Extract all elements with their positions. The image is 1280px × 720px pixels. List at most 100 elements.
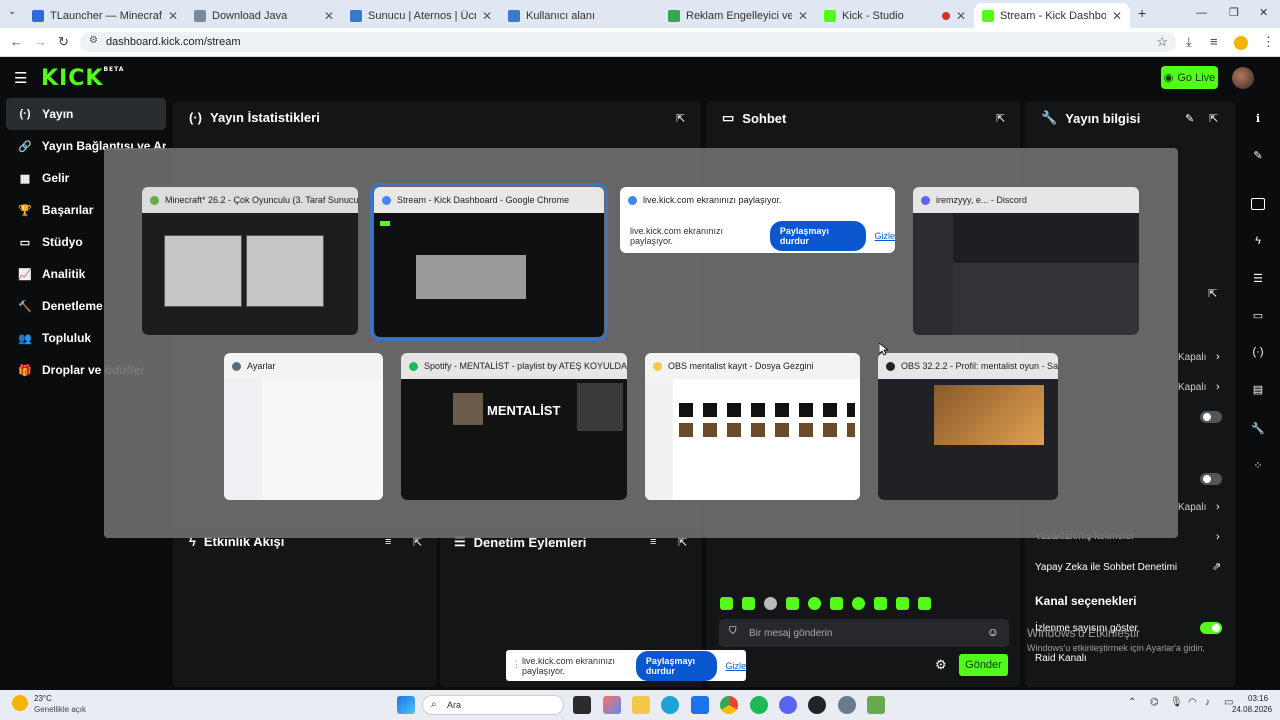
edge-icon[interactable] bbox=[661, 696, 679, 714]
emote-icon[interactable] bbox=[786, 597, 799, 610]
chat-icon[interactable]: ▭ bbox=[1240, 301, 1276, 329]
settings-taskbar-icon[interactable] bbox=[838, 696, 856, 714]
broadcast-icon[interactable]: (·) bbox=[1240, 338, 1276, 366]
tab-search-icon[interactable]: ⌄ bbox=[8, 6, 16, 17]
spotify-taskbar-icon[interactable] bbox=[750, 696, 768, 714]
tab-tlauncher[interactable]: TLauncher — Minecraft Başlatıc✕ bbox=[24, 3, 186, 28]
hide-link[interactable]: Gizle bbox=[874, 231, 895, 241]
chat-input[interactable]: ⛉ Bir mesaj gönderin ☺ bbox=[719, 619, 1009, 647]
stop-sharing-button[interactable]: Paylaşmayı durdur bbox=[635, 650, 718, 681]
switcher-window-share[interactable]: live.kick.com ekranınızı paylaşıyor. liv… bbox=[620, 187, 895, 253]
media-control-icon[interactable]: ≡ bbox=[1210, 34, 1218, 49]
avatar[interactable] bbox=[1232, 67, 1254, 89]
file-explorer-icon[interactable] bbox=[632, 696, 650, 714]
tray-chevron-icon[interactable]: ⌃ bbox=[1128, 697, 1136, 708]
switcher-window-explorer[interactable]: OBS mentalist kayıt - Dosya Gezgini bbox=[645, 353, 860, 500]
list-icon[interactable]: ☰ bbox=[1240, 264, 1276, 292]
popout-icon[interactable]: ⇱ bbox=[996, 112, 1005, 125]
window-close-icon[interactable]: ✕ bbox=[1259, 6, 1268, 19]
emote-icon[interactable] bbox=[874, 597, 887, 610]
kick-logo[interactable]: KICKBETA bbox=[41, 66, 124, 91]
switcher-window-obs[interactable]: OBS 32.2.2 - Profil: mentalist oyun - Sa… bbox=[878, 353, 1058, 500]
back-icon[interactable]: ← bbox=[10, 34, 23, 49]
maximize-icon[interactable]: ❐ bbox=[1229, 6, 1239, 19]
emote-icon[interactable] bbox=[830, 597, 843, 610]
tab-kullanici[interactable]: Kullanıcı alanı bbox=[500, 3, 658, 28]
chevron-right-icon[interactable]: › bbox=[1216, 531, 1220, 543]
weather-sun-icon[interactable] bbox=[12, 695, 28, 711]
switcher-window-discord[interactable]: iremzyyy, e... - Discord bbox=[913, 187, 1139, 335]
emote-icon[interactable] bbox=[808, 597, 821, 610]
chevron-right-icon[interactable]: › bbox=[1216, 381, 1220, 393]
clock-time[interactable]: 03:16 bbox=[1248, 694, 1268, 703]
menu-kebab-icon[interactable]: ⋮ bbox=[1262, 34, 1275, 50]
tab-download-java[interactable]: Download Java ✕ bbox=[186, 3, 342, 28]
switcher-window-spotify[interactable]: Spotify - MENTALİST - playlist by ATEŞ K… bbox=[401, 353, 627, 500]
switcher-window-minecraft[interactable]: Minecraft* 26.2 - Çok Oyunculu (3. Taraf… bbox=[142, 187, 358, 335]
tab-reklam[interactable]: Reklam Engelleyici ve Sistem S✕ bbox=[660, 3, 816, 28]
emoji-icon[interactable]: ☺ bbox=[987, 625, 999, 639]
microphone-icon[interactable]: 🎙 bbox=[1170, 697, 1183, 708]
close-icon[interactable]: ✕ bbox=[324, 9, 334, 23]
sidebar-item-yayin[interactable]: (·) Yayın bbox=[6, 98, 166, 130]
close-icon[interactable]: ✕ bbox=[168, 9, 178, 23]
layout-icon[interactable]: ▤ bbox=[1240, 375, 1276, 403]
tab-stream-dashboard[interactable]: Stream - Kick Dashboard✕ bbox=[974, 3, 1130, 28]
task-view-icon[interactable] bbox=[573, 696, 591, 714]
clock-date[interactable]: 24.08.2026 bbox=[1232, 705, 1272, 714]
tab-kick-studio[interactable]: Kick - Studio ✕ bbox=[816, 3, 974, 28]
hide-link[interactable]: Gizle bbox=[725, 661, 746, 671]
more-apps-icon[interactable]: ⁘ bbox=[1240, 451, 1276, 479]
wrench-icon[interactable]: 🔧 bbox=[1240, 414, 1276, 442]
switcher-window-settings[interactable]: Ayarlar bbox=[224, 353, 383, 500]
popout-icon[interactable]: ⇱ bbox=[676, 112, 685, 125]
profile-icon[interactable] bbox=[1234, 36, 1248, 50]
store-icon[interactable] bbox=[691, 696, 709, 714]
chevron-right-icon[interactable]: › bbox=[1216, 501, 1220, 513]
stats-panel-icon[interactable] bbox=[1240, 190, 1276, 218]
switcher-window-chrome[interactable]: Stream - Kick Dashboard - Google Chrome bbox=[370, 183, 608, 341]
send-button[interactable]: Gönder bbox=[959, 654, 1008, 676]
reload-icon[interactable]: ↻ bbox=[58, 34, 69, 50]
volume-icon[interactable]: ♪ bbox=[1205, 697, 1210, 708]
copilot-icon[interactable] bbox=[603, 696, 621, 714]
weather-desc[interactable]: Genellikle açık bbox=[34, 705, 86, 714]
network-icon[interactable]: ⌬ bbox=[1150, 697, 1159, 708]
windows-start-icon[interactable] bbox=[397, 696, 415, 714]
taskbar-search[interactable]: ⌕ Ara bbox=[422, 695, 564, 715]
info-icon[interactable]: ℹ bbox=[1240, 104, 1276, 132]
close-icon[interactable]: ✕ bbox=[956, 9, 966, 23]
close-icon[interactable]: ✕ bbox=[1112, 9, 1122, 23]
download-icon[interactable]: ⤓ bbox=[1186, 34, 1192, 50]
popout-icon[interactable]: ⇱ bbox=[1209, 112, 1218, 125]
edit-icon[interactable]: ✎ bbox=[1240, 141, 1276, 169]
popout-icon[interactable]: ⇱ bbox=[1208, 287, 1217, 300]
setting-toggle[interactable] bbox=[1200, 411, 1222, 423]
site-info-icon[interactable]: ⚙ bbox=[89, 35, 98, 46]
minecraft-taskbar-icon[interactable] bbox=[867, 696, 885, 714]
wifi-icon[interactable]: ◠ bbox=[1188, 697, 1197, 708]
close-icon[interactable]: ✕ bbox=[482, 9, 492, 23]
emote-icon[interactable] bbox=[918, 597, 931, 610]
emote-icon[interactable] bbox=[720, 597, 733, 610]
new-tab-icon[interactable]: + bbox=[1138, 5, 1146, 21]
discord-taskbar-icon[interactable] bbox=[779, 696, 797, 714]
emote-icon[interactable] bbox=[764, 597, 777, 610]
weather-temp[interactable]: 23°C bbox=[34, 694, 52, 703]
bolt-icon[interactable]: ϟ bbox=[1240, 227, 1276, 255]
emote-icon[interactable] bbox=[742, 597, 755, 610]
gear-icon[interactable]: ⚙ bbox=[935, 657, 947, 673]
address-bar[interactable]: ⚙ dashboard.kick.com/stream ☆ bbox=[80, 32, 1176, 52]
bookmark-star-icon[interactable]: ☆ bbox=[1156, 34, 1168, 50]
show-viewers-toggle[interactable] bbox=[1200, 622, 1222, 634]
emote-icon[interactable] bbox=[896, 597, 909, 610]
ai-moderation-label[interactable]: Yapay Zeka ile Sohbet Denetimi bbox=[1035, 562, 1177, 573]
minimize-icon[interactable]: — bbox=[1196, 7, 1207, 19]
emote-icon[interactable] bbox=[852, 597, 865, 610]
chrome-taskbar-icon[interactable] bbox=[720, 696, 738, 714]
external-link-icon[interactable]: ⇗ bbox=[1212, 560, 1221, 573]
close-icon[interactable]: ✕ bbox=[798, 9, 808, 23]
raid-channel-label[interactable]: Raid Kanalı bbox=[1035, 653, 1087, 664]
setting-toggle[interactable] bbox=[1200, 473, 1222, 485]
edit-icon[interactable]: ✎ bbox=[1185, 112, 1194, 125]
